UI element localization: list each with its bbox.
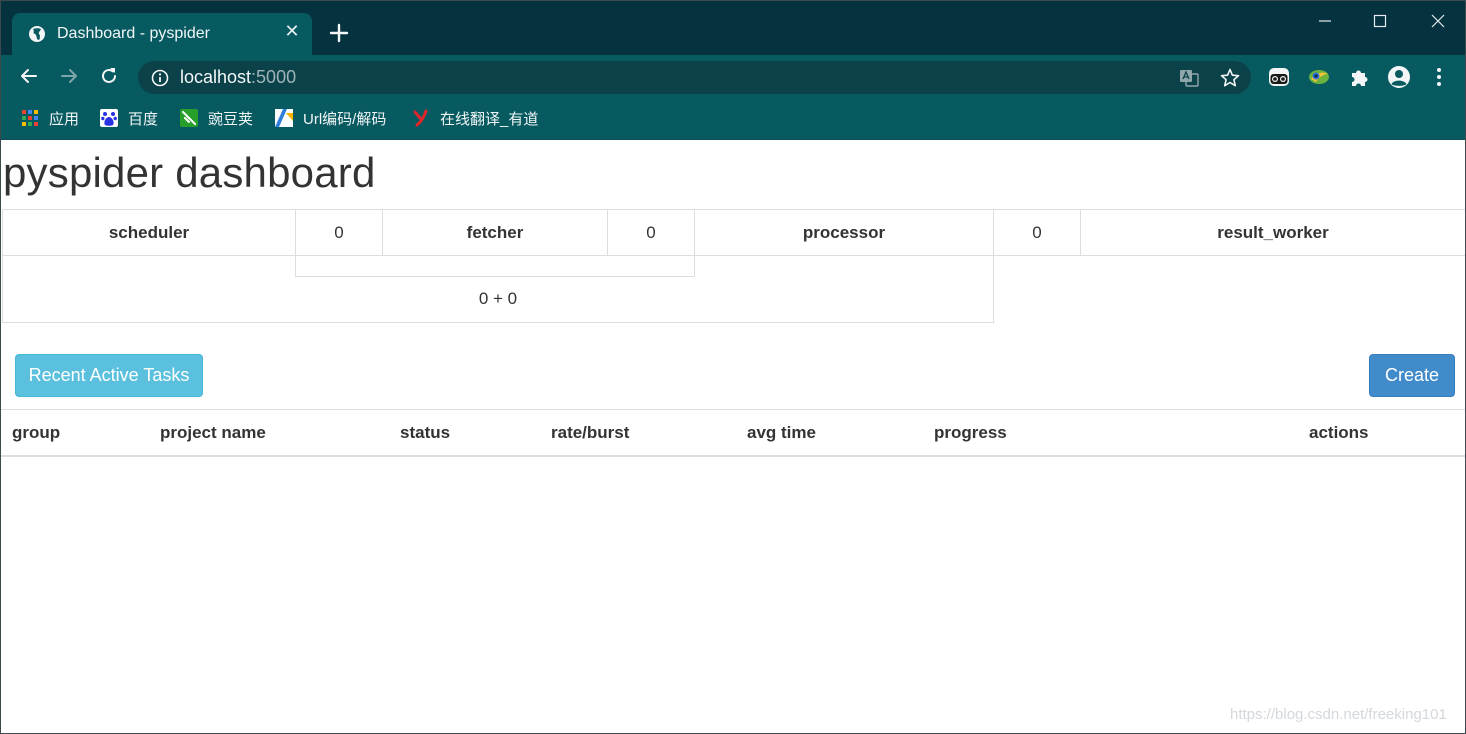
bookmark-label: Url编码/解码 <box>303 110 387 128</box>
wandoujia-icon <box>180 109 198 127</box>
close-icon[interactable]: ✕ <box>284 22 300 40</box>
translate-icon[interactable] <box>1179 68 1199 88</box>
baidu-paw-icon <box>100 109 118 127</box>
bookmark-apps[interactable]: 应用 <box>21 107 79 129</box>
url-host: localhost <box>180 67 252 87</box>
bookmark-label: 百度 <box>128 110 159 128</box>
back-arrow-icon[interactable] <box>18 65 40 87</box>
puzzle-extension-icon[interactable] <box>1347 65 1371 89</box>
address-bar[interactable]: localhost:5000 <box>138 61 1251 94</box>
star-icon[interactable] <box>1219 67 1241 89</box>
bookmark-label: 应用 <box>49 110 80 128</box>
bookmarks-bar: 应用 百度 豌豆荚 Url编码/解码 在线翻译_有道 <box>1 97 1465 140</box>
divider <box>1080 255 1465 256</box>
bookmark-baidu[interactable]: 百度 <box>100 107 158 129</box>
maximize-icon[interactable] <box>1366 9 1394 33</box>
minimize-icon[interactable] <box>1311 9 1339 33</box>
column-header-actions: actions <box>1309 423 1369 442</box>
forward-arrow-icon[interactable] <box>58 65 80 87</box>
projects-table-header: group project name status rate/burst avg… <box>1 409 1465 457</box>
apps-grid-icon <box>22 110 38 126</box>
page-content: pyspider dashboard scheduler 0 fetcher 0… <box>1 141 1465 733</box>
browser-tab[interactable]: Dashboard - pyspider ✕ <box>12 13 312 55</box>
processor-value: 0 <box>993 209 1081 256</box>
processor-label: processor <box>694 209 994 256</box>
recent-active-tasks-button[interactable]: Recent Active Tasks <box>15 354 203 397</box>
plus-icon[interactable] <box>327 21 351 45</box>
create-button[interactable]: Create <box>1369 354 1455 397</box>
tab-strip: Dashboard - pyspider ✕ <box>1 1 1465 55</box>
fetcher-total: 0 + 0 <box>478 289 518 308</box>
bookmark-url-codec[interactable]: Url编码/解码 <box>275 107 386 129</box>
menu-dots-icon[interactable] <box>1427 65 1451 89</box>
bookmark-label: 豌豆荚 <box>208 110 254 128</box>
tab-title: Dashboard - pyspider <box>57 25 210 42</box>
scheduler-label: scheduler <box>2 209 296 256</box>
url-port: :5000 <box>251 67 297 87</box>
url-codec-icon <box>275 109 293 127</box>
colorful-extension-icon[interactable] <box>1307 65 1331 89</box>
watermark: https://blog.csdn.net/freeking101 <box>1230 706 1447 723</box>
bookmark-wandoujia[interactable]: 豌豆荚 <box>180 107 253 129</box>
url-text[interactable]: localhost:5000 <box>180 67 296 88</box>
youdao-icon <box>413 109 428 127</box>
column-header-group: group <box>12 423 61 442</box>
scheduler-value: 0 <box>295 209 383 256</box>
column-header-status: status <box>400 423 451 442</box>
bookmark-youdao[interactable]: 在线翻译_有道 <box>412 107 538 129</box>
globe-icon <box>29 26 45 42</box>
browser-toolbar: localhost:5000 <box>1 55 1465 97</box>
column-header-progress: progress <box>934 423 1007 442</box>
column-header-avg-time: avg time <box>747 423 816 442</box>
reload-icon[interactable] <box>98 65 120 87</box>
column-header-rate-burst: rate/burst <box>551 423 630 442</box>
browser-window: Dashboard - pyspider ✕ localhost:5000 应用… <box>0 0 1466 734</box>
window-close-icon[interactable] <box>1424 9 1452 33</box>
fetcher-subrow <box>295 255 695 277</box>
column-header-project-name: project name <box>160 423 266 442</box>
result-worker-label: result_worker <box>1080 209 1465 256</box>
info-icon[interactable] <box>151 69 169 87</box>
fetcher-label: fetcher <box>382 209 608 256</box>
account-icon[interactable] <box>1387 65 1411 89</box>
page-title: pyspider dashboard <box>3 149 376 196</box>
fetcher-value: 0 <box>607 209 695 256</box>
incognito-glasses-icon[interactable] <box>1267 65 1291 89</box>
bookmark-label: 在线翻译_有道 <box>440 110 539 128</box>
